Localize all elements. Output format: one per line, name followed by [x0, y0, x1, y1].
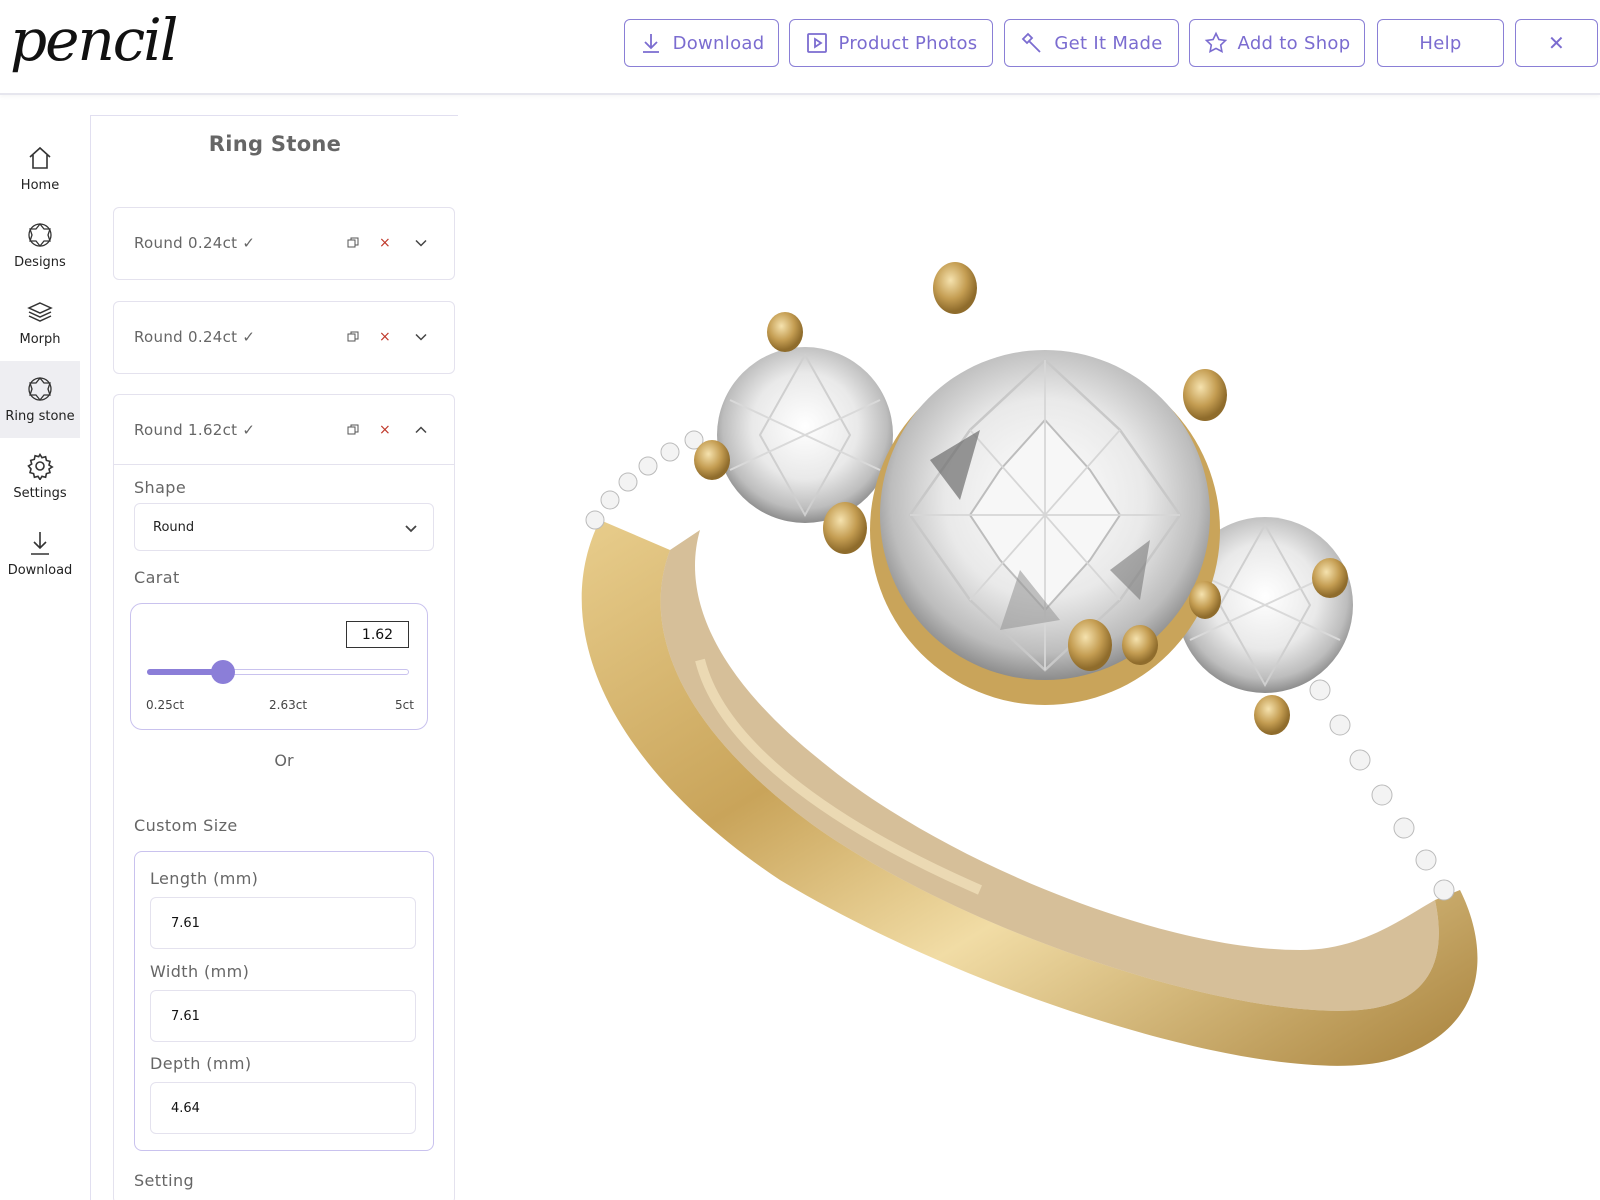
- carat-input[interactable]: 1.62: [346, 621, 409, 648]
- carat-mid-label: 2.63ct: [269, 698, 308, 712]
- add-to-shop-button[interactable]: Add to Shop: [1189, 19, 1365, 67]
- help-label: Help: [1419, 32, 1462, 54]
- carat-label: Carat: [134, 568, 180, 587]
- home-icon: [29, 146, 51, 169]
- carat-slider-thumb[interactable]: [210, 660, 235, 684]
- download-icon: [31, 532, 49, 555]
- nav-label-download: Download: [7, 563, 73, 578]
- nav-label-home: Home: [20, 178, 60, 193]
- or-divider: Or: [274, 751, 294, 770]
- shape-select-value: Round: [153, 519, 195, 535]
- length-input[interactable]: 7.61: [150, 897, 416, 949]
- nav-item-download[interactable]: Download: [0, 515, 80, 592]
- delete-icon[interactable]: ×: [376, 421, 394, 439]
- duplicate-icon[interactable]: [344, 234, 362, 252]
- top-bar: pencil Download Product Photos Get It Ma…: [0, 0, 1600, 95]
- download-button-label: Download: [672, 32, 765, 54]
- chevron-down-icon: [405, 525, 417, 533]
- width-input[interactable]: 7.61: [150, 990, 416, 1042]
- add-to-shop-label: Add to Shop: [1237, 32, 1351, 54]
- hammer-icon: [1022, 32, 1041, 53]
- depth-input[interactable]: 4.64: [150, 1082, 416, 1134]
- nav-item-settings[interactable]: Settings: [0, 438, 80, 515]
- stone-header[interactable]: Round 0.24ct ✓ ×: [114, 302, 454, 372]
- ring-3d-viewer[interactable]: [460, 100, 1600, 1200]
- download-button[interactable]: Download: [624, 19, 779, 67]
- stone-label: Round 0.24ct ✓: [134, 328, 256, 346]
- shape-select[interactable]: Round: [134, 503, 434, 551]
- chevron-down-icon[interactable]: [412, 328, 430, 346]
- get-it-made-button[interactable]: Get It Made: [1004, 19, 1179, 67]
- center-stone: [880, 350, 1210, 680]
- nav-label-designs: Designs: [14, 255, 66, 270]
- pave-stones-right: [1309, 679, 1455, 901]
- side-nav: Home Designs Morph Ring stone Settings D…: [0, 130, 80, 592]
- side-stone-left: [717, 347, 893, 523]
- ring-stone-panel: Ring Stone Round 0.24ct ✓ × Round 0.24ct…: [90, 115, 458, 1200]
- carat-max-label: 5ct: [395, 698, 414, 712]
- length-label: Length (mm): [150, 869, 259, 888]
- logo-text: pencil: [10, 6, 178, 74]
- chevron-up-icon[interactable]: [412, 421, 430, 439]
- width-label: Width (mm): [150, 962, 250, 981]
- pave-stones-left: [585, 430, 704, 530]
- stone-label: Round 0.24ct ✓: [134, 234, 256, 252]
- gear-icon: [27, 452, 54, 480]
- nav-label-morph: Morph: [19, 332, 61, 347]
- panel-title: Ring Stone: [208, 132, 342, 156]
- nav-item-morph[interactable]: Morph: [0, 284, 80, 361]
- star-icon: [1204, 31, 1227, 53]
- close-icon: ✕: [1547, 31, 1566, 55]
- stone-label: Round 1.62ct ✓: [134, 420, 256, 439]
- shape-label: Shape: [134, 478, 187, 497]
- setting-label: Setting: [134, 1171, 195, 1190]
- ring-render: [581, 262, 1478, 1066]
- nav-item-designs[interactable]: Designs: [0, 207, 80, 284]
- get-it-made-label: Get It Made: [1054, 32, 1163, 54]
- nav-label-ring-stone: Ring stone: [5, 409, 75, 424]
- delete-icon[interactable]: ×: [376, 234, 394, 252]
- product-photos-button[interactable]: Product Photos: [789, 19, 993, 67]
- nav-label-settings: Settings: [13, 486, 67, 501]
- custom-size-box: Length (mm) 7.61 Width (mm) 7.61 Depth (…: [134, 851, 434, 1151]
- depth-label: Depth (mm): [150, 1054, 252, 1073]
- stone-header[interactable]: Round 0.24ct ✓ ×: [114, 208, 454, 278]
- stone-card: Round 0.24ct ✓ ×: [113, 301, 455, 374]
- stone-header[interactable]: Round 1.62ct ✓ ×: [114, 395, 454, 465]
- custom-size-label: Custom Size: [134, 816, 238, 835]
- product-photos-label: Product Photos: [838, 32, 978, 54]
- pencil-logo[interactable]: pencil: [10, 4, 178, 76]
- chevron-down-icon[interactable]: [412, 234, 430, 252]
- duplicate-icon[interactable]: [344, 421, 362, 439]
- nav-item-home[interactable]: Home: [0, 130, 80, 207]
- gem-icon: [28, 222, 52, 248]
- close-button[interactable]: ✕: [1515, 19, 1598, 67]
- stone-card-expanded: Round 1.62ct ✓ × Shape Round Carat 1.62 …: [113, 394, 455, 1200]
- nav-item-ring-stone[interactable]: Ring stone: [0, 361, 80, 438]
- gem-icon: [28, 376, 52, 402]
- help-button[interactable]: Help: [1377, 19, 1504, 67]
- carat-slider-box: 1.62 0.25ct 2.63ct 5ct: [130, 603, 428, 730]
- carat-min-label: 0.25ct: [146, 698, 185, 712]
- play-icon: [806, 33, 827, 53]
- download-icon: [642, 34, 659, 53]
- duplicate-icon[interactable]: [344, 328, 362, 346]
- delete-icon[interactable]: ×: [376, 328, 394, 346]
- stone-card: Round 0.24ct ✓ ×: [113, 207, 455, 280]
- layers-icon: [27, 302, 53, 322]
